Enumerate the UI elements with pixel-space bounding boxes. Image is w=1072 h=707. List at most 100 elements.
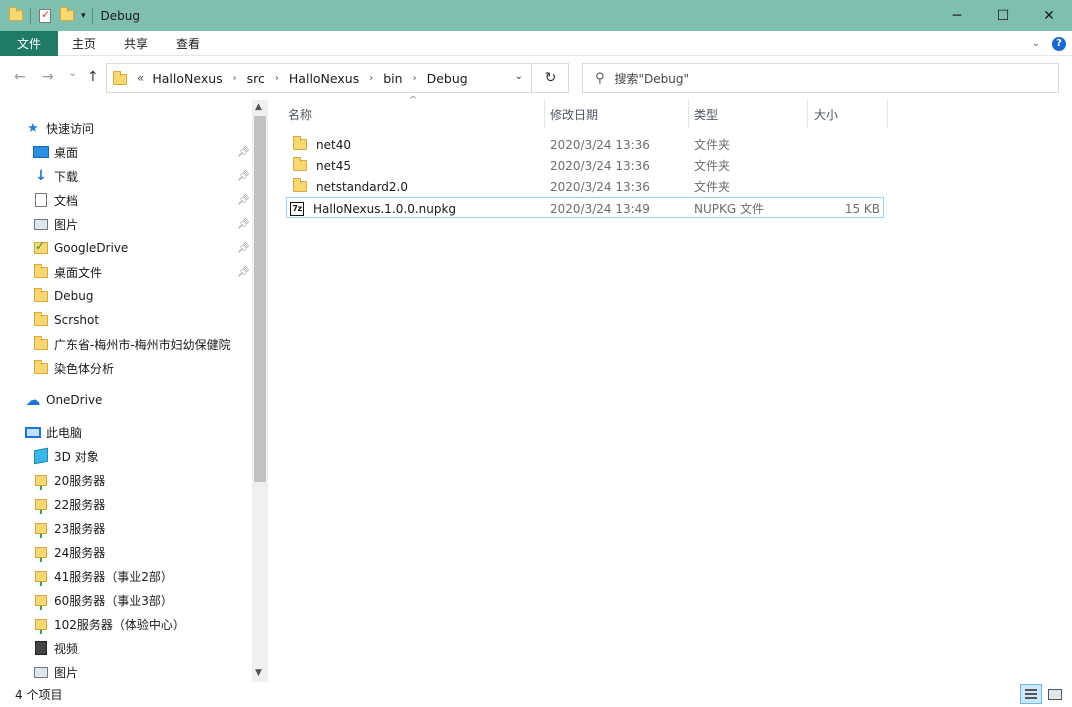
sidebar-item-documents[interactable]: 文档 [33, 189, 78, 211]
address-bar[interactable]: « HalloNexus › src › HalloNexus › bin › … [106, 63, 532, 93]
close-button[interactable]: ✕ [1026, 0, 1072, 31]
window-title: Debug [100, 8, 140, 23]
chevron-right-icon[interactable]: › [233, 73, 237, 84]
sidebar-item-googledrive[interactable]: GoogleDrive [33, 237, 128, 259]
breadcrumb-item[interactable]: bin [383, 71, 402, 86]
sidebar-item-label: 染色体分析 [54, 361, 115, 376]
network-drive-icon [33, 496, 49, 514]
tab-share[interactable]: 共享 [110, 31, 162, 56]
scroll-up-arrow-icon[interactable]: ▲ [255, 102, 262, 112]
navigation-bar: ← → ⌄ ↑ « HalloNexus › src › HalloNexus … [0, 56, 1072, 100]
file-type: 文件夹 [694, 138, 731, 152]
item-count: 4 个项目 [15, 688, 63, 702]
folder-icon [292, 136, 308, 153]
sidebar-item-pictures[interactable]: 图片 [33, 213, 78, 235]
back-arrow-icon[interactable]: ← [14, 69, 26, 85]
up-arrow-icon[interactable]: ↑ [87, 69, 99, 85]
table-row[interactable]: net40 2020/3/24 13:36 文件夹 [286, 134, 884, 155]
document-icon [33, 192, 49, 208]
large-icons-view-button[interactable] [1044, 684, 1066, 704]
tab-file[interactable]: 文件 [0, 30, 58, 56]
address-dropdown-icon[interactable]: ⌄ [515, 71, 523, 82]
sidebar-item-desktop[interactable]: 桌面 [33, 141, 78, 163]
column-divider[interactable] [688, 100, 689, 128]
folder-icon [292, 157, 308, 174]
sidebar-item-downloads[interactable]: ↓ 下载 [33, 165, 78, 187]
chevron-right-icon[interactable]: › [275, 73, 279, 84]
sidebar-item-scrshot[interactable]: Scrshot [33, 309, 99, 331]
column-header-type[interactable]: 类型 [694, 100, 718, 128]
table-row-selected[interactable]: 7z HalloNexus.1.0.0.nupkg 2020/3/24 13:49… [286, 197, 884, 218]
sidebar-item-label: 视频 [54, 641, 79, 656]
pin-icon[interactable]: 📌︎ [237, 267, 250, 278]
expand-ribbon-chevron-icon[interactable]: ⌄ [1032, 38, 1040, 49]
file-list: ^ 名称 修改日期 类型 大小 net40 2020/3/24 13:36 文件… [270, 95, 1072, 682]
sidebar-item-desktop-files[interactable]: 桌面文件 [33, 261, 102, 283]
sidebar-item-hospital-folder[interactable]: 广东省-梅州市-梅州市妇幼保健院 [33, 333, 231, 355]
sidebar-item-server-22[interactable]: 22服务器 [33, 493, 105, 515]
sort-ascending-icon: ^ [409, 95, 418, 106]
sidebar-item-server-24[interactable]: 24服务器 [33, 541, 105, 563]
sidebar-item-quick-access[interactable]: ★ 快速访问 [25, 117, 94, 139]
table-row[interactable]: netstandard2.0 2020/3/24 13:36 文件夹 [286, 176, 884, 197]
pin-icon[interactable]: 📌︎ [237, 147, 250, 158]
chevron-right-icon[interactable]: › [413, 73, 417, 84]
column-header-date[interactable]: 修改日期 [550, 100, 598, 128]
table-row[interactable]: net45 2020/3/24 13:36 文件夹 [286, 155, 884, 176]
sidebar-item-server-41[interactable]: 41服务器（事业2部） [33, 565, 173, 587]
sidebar-scrollbar[interactable]: ▲ ▼ [252, 100, 268, 682]
pin-icon[interactable]: 📌︎ [237, 171, 250, 182]
column-divider[interactable] [544, 100, 545, 128]
recent-locations-chevron-icon[interactable]: ⌄ [68, 66, 77, 79]
tab-home[interactable]: 主页 [58, 31, 110, 56]
folder-icon [113, 71, 127, 85]
breadcrumb-item[interactable]: Debug [427, 71, 468, 86]
help-icon[interactable]: ? [1052, 36, 1066, 51]
scrollbar-thumb[interactable] [254, 116, 266, 482]
toolbar-divider [30, 7, 31, 24]
sidebar-item-this-pc[interactable]: 此电脑 [25, 421, 82, 443]
forward-arrow-icon[interactable]: → [42, 69, 54, 85]
column-header-size[interactable]: 大小 [814, 100, 838, 128]
maximize-button[interactable]: ☐ [980, 0, 1026, 31]
minimize-button[interactable]: ─ [934, 0, 980, 31]
new-folder-icon[interactable] [59, 7, 75, 24]
search-input[interactable]: 搜索"Debug" [615, 70, 690, 87]
properties-icon[interactable] [37, 8, 53, 24]
sidebar-item-debug[interactable]: Debug [33, 285, 93, 307]
pin-icon[interactable]: 📌︎ [237, 219, 250, 230]
chevron-right-icon[interactable]: › [369, 73, 373, 84]
tab-view[interactable]: 查看 [162, 31, 214, 56]
column-header-name[interactable]: 名称 [288, 100, 312, 128]
sidebar-item-server-20[interactable]: 20服务器 [33, 469, 105, 491]
pin-icon[interactable]: 📌︎ [237, 195, 250, 206]
folder-icon[interactable] [8, 7, 24, 24]
file-type: 文件夹 [694, 180, 731, 194]
file-date: 2020/3/24 13:36 [550, 137, 650, 152]
sidebar-item-server-60[interactable]: 60服务器（事业3部） [33, 589, 173, 611]
breadcrumb-item[interactable]: src [247, 71, 265, 86]
pictures-icon [33, 216, 49, 232]
desktop-icon [33, 144, 49, 160]
column-divider[interactable] [807, 100, 808, 128]
breadcrumb-item[interactable]: HalloNexus [152, 71, 222, 86]
sidebar-item-server-23[interactable]: 23服务器 [33, 517, 105, 539]
sidebar-item-pictures-pc[interactable]: 图片 [33, 661, 78, 682]
sidebar-item-3d-objects[interactable]: 3D 对象 [33, 445, 99, 467]
pin-icon[interactable]: 📌︎ [237, 243, 250, 254]
breadcrumb-overflow-icon[interactable]: « [137, 71, 144, 85]
sidebar-item-chromosome-analysis[interactable]: 染色体分析 [33, 357, 114, 379]
sidebar-item-server-102[interactable]: 102服务器（体验中心） [33, 613, 185, 635]
scroll-down-arrow-icon[interactable]: ▼ [255, 668, 262, 678]
column-divider[interactable] [887, 100, 888, 128]
details-view-button[interactable] [1020, 684, 1042, 704]
file-date: 2020/3/24 13:36 [550, 158, 650, 173]
star-icon: ★ [27, 120, 39, 136]
sidebar-item-onedrive[interactable]: ☁ OneDrive [25, 389, 103, 411]
breadcrumb-item[interactable]: HalloNexus [289, 71, 359, 86]
refresh-button[interactable]: ↻ [533, 63, 569, 93]
sidebar-item-label: 60服务器（事业3部） [54, 593, 173, 608]
sidebar-item-videos[interactable]: 视频 [33, 637, 78, 659]
customize-toolbar-dropdown-icon[interactable]: ▾ [81, 11, 86, 21]
search-box[interactable]: ⚲ 搜索"Debug" [582, 63, 1059, 93]
